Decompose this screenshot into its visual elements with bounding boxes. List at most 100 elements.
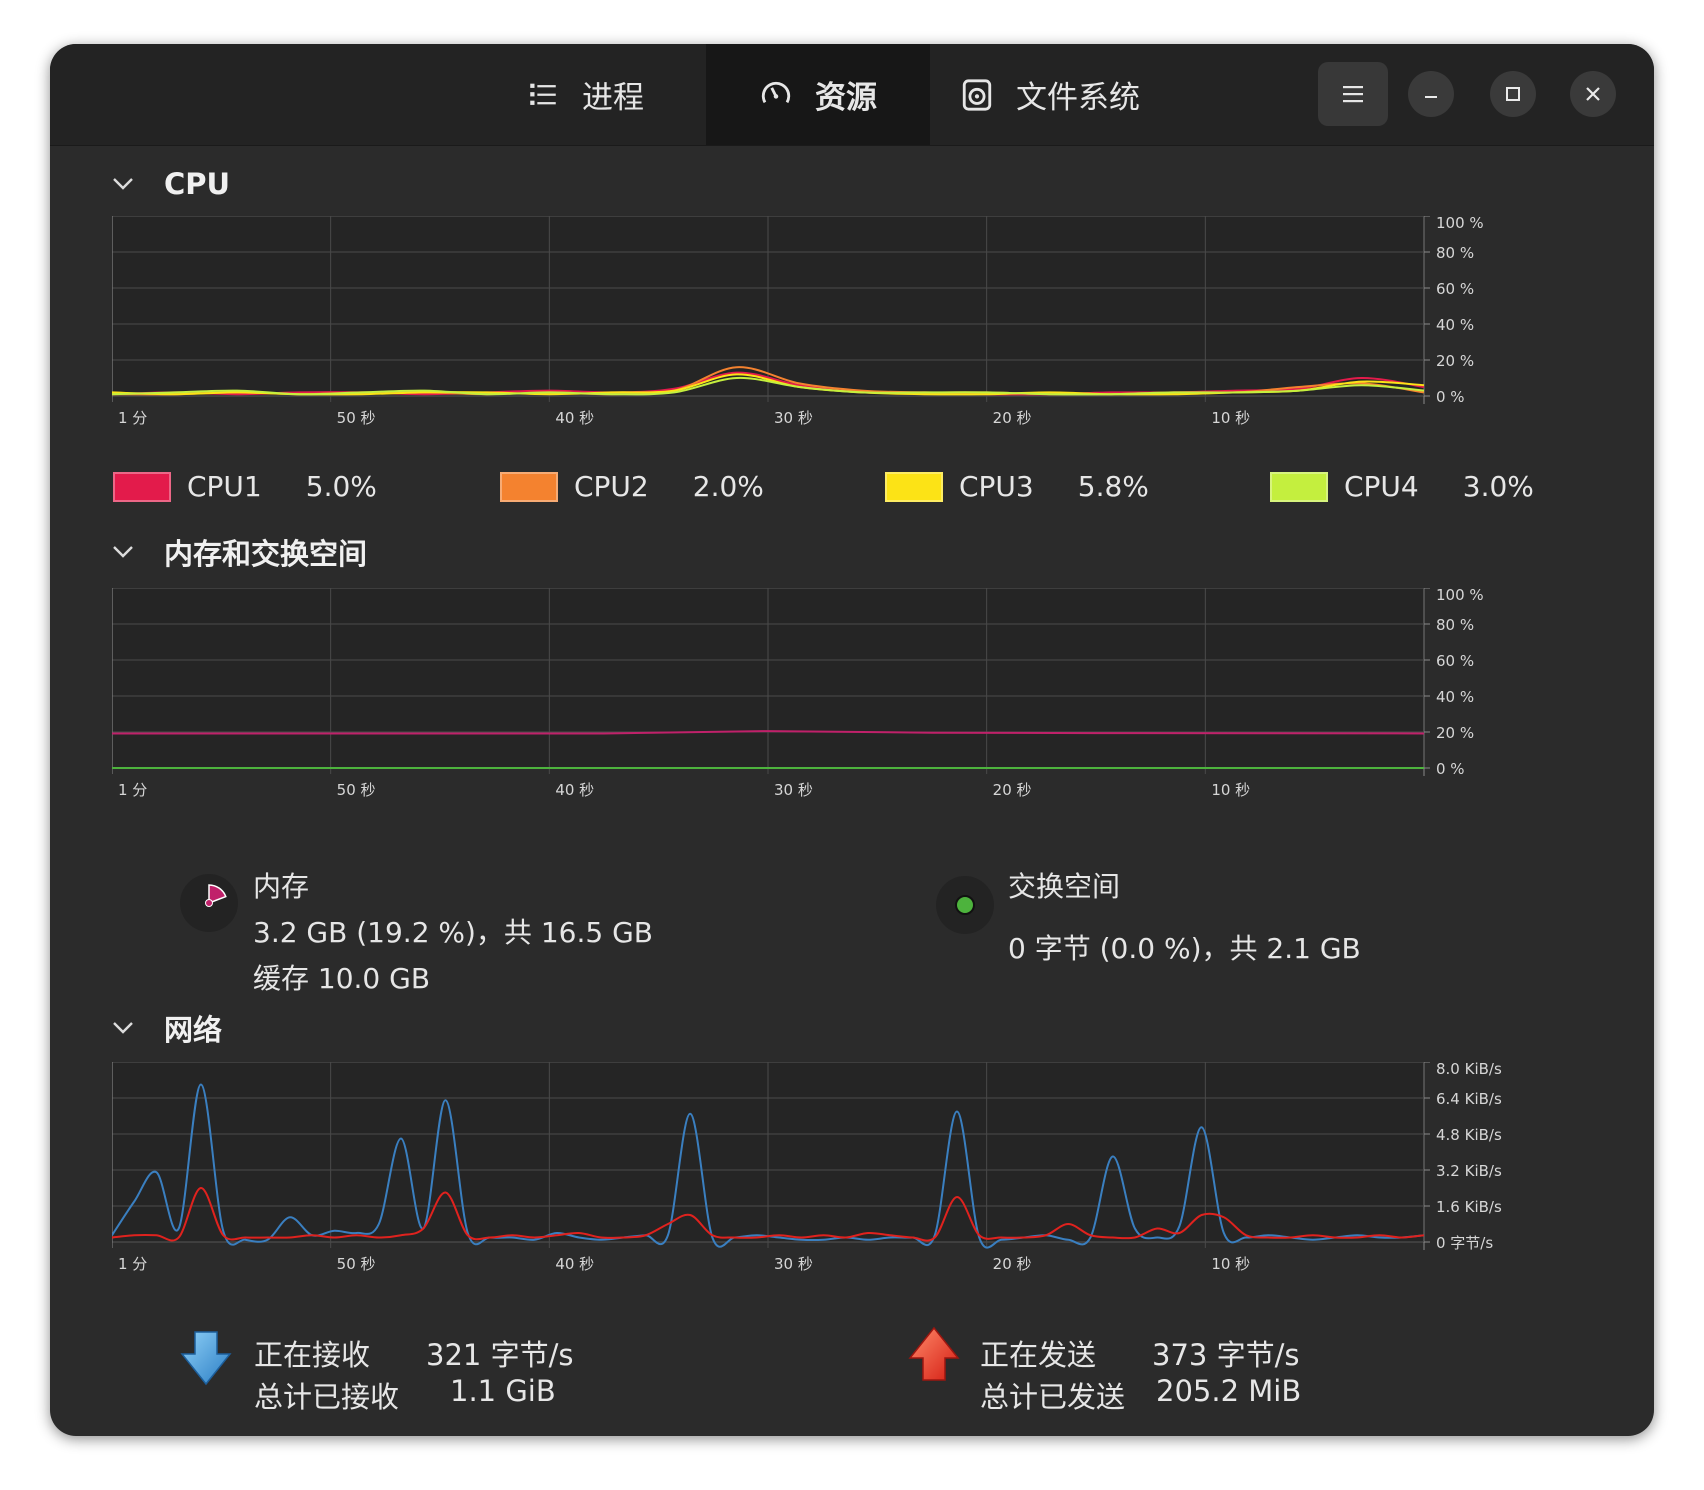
x-tick-label: 40 秒: [555, 1255, 594, 1272]
sending-value: 373 字节/s: [1152, 1338, 1300, 1372]
y-tick-label: 60 %: [1436, 280, 1474, 298]
memory-usage: 3.2 GB (19.2 %)，共 16.5 GB: [253, 916, 653, 949]
x-tick-label: 30 秒: [774, 1255, 813, 1272]
y-tick-label: 4.8 KiB/s: [1436, 1126, 1502, 1144]
memory-info: 内存 3.2 GB (19.2 %)，共 16.5 GB 缓存 10.0 GB: [253, 864, 653, 1002]
swap-info: 交换空间 0 字节 (0.0 %)，共 2.1 GB: [1008, 864, 1361, 972]
color-swatch[interactable]: [113, 471, 171, 502]
legend-label: CPU1: [187, 470, 262, 503]
cpu-section-header[interactable]: CPU: [112, 162, 230, 206]
legend-label: CPU2: [574, 470, 649, 503]
total-received-value: 1.1 GiB: [450, 1374, 556, 1408]
cpu-history-graph: 100 % 80 % 60 % 40 % 20 % 0 % 1 分 50 秒 40 秒 30 秒 2…: [112, 216, 1484, 426]
gauge-icon: [761, 81, 791, 103]
network-history-graph: 8.0 KiB/s 6.4 KiB/s 4.8 KiB/s 3.2 KiB/s 1.6 …: [112, 1062, 1502, 1272]
legend-label: CPU4: [1344, 470, 1419, 503]
swap-usage: 0 字节 (0.0 %)，共 2.1 GB: [1008, 932, 1361, 965]
legend-value: 5.8%: [1077, 470, 1149, 503]
memory-pie-icon[interactable]: [178, 872, 240, 934]
memory-history-graph: 100 % 80 % 60 % 40 % 20 % 0 % 1 分 50 秒 40 秒 30 秒 2…: [112, 588, 1484, 798]
legend-item-cpu1[interactable]: CPU1 5.0%: [113, 470, 377, 503]
legend-value: 5.0%: [305, 470, 377, 503]
y-tick-label: 20 %: [1436, 352, 1474, 370]
swap-pie-icon[interactable]: [934, 874, 996, 936]
x-tick-label: 40 秒: [555, 409, 594, 426]
y-tick-label: 80 %: [1436, 616, 1474, 634]
x-tick-label: 10 秒: [1211, 409, 1250, 426]
y-tick-label: 40 %: [1436, 688, 1474, 706]
close-icon: [1586, 87, 1600, 101]
x-tick-label: 20 秒: [993, 1255, 1032, 1272]
tab-resources[interactable]: 资源: [706, 44, 930, 145]
swap-label: 交换空间: [1008, 870, 1121, 903]
y-tick-label: 0 字节/s: [1436, 1234, 1493, 1252]
tab-file-systems[interactable]: 文件系统: [930, 44, 1170, 145]
legend-value: 3.0%: [1462, 470, 1534, 503]
chevron-down-icon: [113, 546, 133, 558]
y-tick-label: 0 %: [1436, 760, 1465, 778]
y-tick-label: 20 %: [1436, 724, 1474, 742]
hamburger-menu-icon: [1343, 86, 1363, 103]
y-tick-label: 0 %: [1436, 388, 1465, 406]
legend-label: CPU3: [959, 470, 1034, 503]
tab-processes[interactable]: 进程: [475, 44, 695, 145]
maximize-icon: [1506, 87, 1520, 101]
x-tick-label: 1 分: [118, 409, 147, 426]
system-monitor-window: 进程 资源 文件系统 CPU 100 % 80 % 60 % 40 % 20 % 0 % 1…: [50, 44, 1654, 1436]
receiving-label: 正在接收: [254, 1338, 371, 1372]
x-tick-label: 30 秒: [774, 409, 813, 426]
tab-label: 资源: [815, 80, 877, 116]
maximize-button[interactable]: [1490, 71, 1536, 117]
header-bar: 进程 资源 文件系统: [50, 44, 1654, 146]
x-tick-label: 40 秒: [555, 781, 594, 798]
y-tick-label: 40 %: [1436, 316, 1474, 334]
x-tick-label: 1 分: [118, 781, 147, 798]
legend-value: 2.0%: [692, 470, 764, 503]
disk-icon: [962, 78, 992, 111]
y-tick-label: 80 %: [1436, 244, 1474, 262]
section-title: CPU: [164, 167, 231, 201]
chevron-down-icon: [113, 1022, 133, 1034]
y-tick-label: 100 %: [1436, 588, 1484, 604]
memory-cache: 缓存 10.0 GB: [253, 962, 431, 995]
sending-label: 正在发送: [980, 1338, 1097, 1372]
memory-section-header[interactable]: 内存和交换空间: [112, 530, 367, 574]
x-tick-label: 50 秒: [337, 409, 376, 426]
minimize-button[interactable]: [1408, 71, 1454, 117]
pie-center: [205, 899, 213, 907]
tab-label: 进程: [582, 80, 644, 116]
x-tick-label: 50 秒: [337, 781, 376, 798]
upload-arrow-icon: [908, 1326, 960, 1381]
close-button[interactable]: [1570, 71, 1616, 117]
y-tick-label: 3.2 KiB/s: [1436, 1162, 1502, 1180]
receiving-row: 正在接收: [254, 1332, 370, 1374]
list-icon: [530, 83, 556, 105]
network-section-header[interactable]: 网络: [112, 1006, 222, 1050]
y-tick-label: 6.4 KiB/s: [1436, 1090, 1502, 1108]
legend-item-cpu2[interactable]: CPU2 2.0%: [500, 470, 764, 503]
legend-item-cpu3[interactable]: CPU3 5.8%: [885, 470, 1149, 503]
total-sent-value: 205.2 MiB: [1156, 1374, 1302, 1408]
section-title: 内存和交换空间: [164, 537, 368, 571]
legend-item-cpu4[interactable]: CPU4 3.0%: [1270, 470, 1534, 503]
download-arrow-icon: [180, 1331, 232, 1386]
y-tick-label: 8.0 KiB/s: [1436, 1062, 1502, 1078]
x-tick-label: 20 秒: [993, 409, 1032, 426]
x-tick-label: 20 秒: [993, 781, 1032, 798]
tab-label: 文件系统: [1016, 80, 1140, 116]
x-tick-label: 10 秒: [1211, 1255, 1250, 1272]
chevron-down-icon: [113, 178, 133, 190]
y-tick-label: 100 %: [1436, 216, 1484, 232]
x-tick-label: 1 分: [118, 1255, 147, 1272]
x-tick-label: 10 秒: [1211, 781, 1250, 798]
minimize-icon: [1425, 96, 1437, 98]
main-menu-button[interactable]: [1318, 62, 1388, 126]
color-swatch[interactable]: [885, 471, 943, 502]
y-tick-label: 60 %: [1436, 652, 1474, 670]
total-sent-label: 总计已发送: [980, 1380, 1126, 1414]
y-tick-label: 1.6 KiB/s: [1436, 1198, 1502, 1216]
x-tick-label: 50 秒: [337, 1255, 376, 1272]
color-swatch[interactable]: [500, 471, 558, 502]
color-swatch[interactable]: [1270, 471, 1328, 502]
receiving-value: 321 字节/s: [426, 1338, 574, 1372]
